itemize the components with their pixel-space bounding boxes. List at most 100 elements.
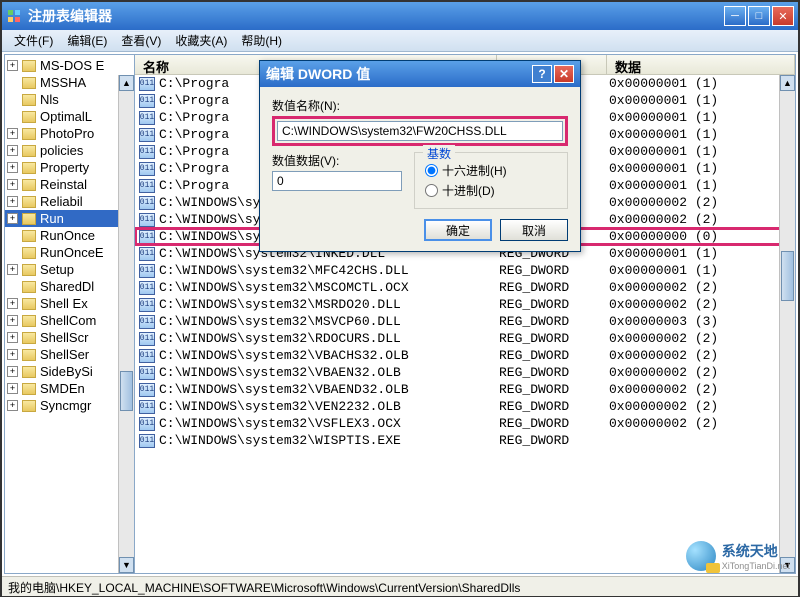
tree-item[interactable]: +Run	[5, 210, 134, 227]
tree-item[interactable]: +MS-DOS E	[5, 57, 134, 74]
ok-button[interactable]: 确定	[424, 219, 492, 241]
tree-item[interactable]: +Setup	[5, 261, 134, 278]
dword-icon: 011	[139, 315, 155, 329]
expand-icon[interactable]: +	[7, 145, 18, 156]
expand-icon[interactable]: +	[7, 264, 18, 275]
expand-icon[interactable]: +	[7, 315, 18, 326]
value-data-input[interactable]	[272, 171, 402, 191]
tree-item[interactable]: Nls	[5, 91, 134, 108]
expand-icon[interactable]: +	[7, 383, 18, 394]
expand-icon[interactable]: +	[7, 162, 18, 173]
menu-edit[interactable]: 编辑(E)	[61, 30, 113, 51]
tree-item[interactable]: +Syncmgr	[5, 397, 134, 414]
dialog-close-button[interactable]: ✕	[554, 65, 574, 83]
list-row[interactable]: 011C:\WINDOWS\system32\MSRDO20.DLLREG_DW…	[135, 296, 795, 313]
tree-item-label: Nls	[40, 92, 59, 107]
row-data: 0x00000002 (2)	[609, 195, 795, 210]
radio-hex[interactable]: 十六进制(H)	[425, 162, 557, 179]
expand-icon[interactable]: +	[7, 332, 18, 343]
row-name: C:\WINDOWS\system32\RDOCURS.DLL	[159, 331, 499, 346]
tree-item[interactable]: +Reinstal	[5, 176, 134, 193]
row-data: 0x00000003 (3)	[609, 314, 795, 329]
dword-icon: 011	[139, 417, 155, 431]
expand-icon[interactable]: +	[7, 366, 18, 377]
tree-item[interactable]: SharedDl	[5, 278, 134, 295]
list-row[interactable]: 011C:\WINDOWS\system32\RDOCURS.DLLREG_DW…	[135, 330, 795, 347]
tree-item-label: ShellCom	[40, 313, 96, 328]
dword-icon: 011	[139, 77, 155, 91]
scroll-thumb[interactable]	[120, 371, 133, 411]
scroll-down-icon[interactable]: ▼	[119, 557, 134, 573]
tree-item[interactable]: +Shell Ex	[5, 295, 134, 312]
row-data: 0x00000001 (1)	[609, 110, 795, 125]
row-name: C:\WINDOWS\system32\VSFLEX3.OCX	[159, 416, 499, 431]
row-type: REG_DWORD	[499, 433, 609, 448]
tree-item-label: ShellSer	[40, 347, 89, 362]
tree-item[interactable]: +policies	[5, 142, 134, 159]
tree-item[interactable]: +PhotoPro	[5, 125, 134, 142]
globe-icon	[686, 541, 716, 571]
tree-item[interactable]: + ShellSer	[5, 346, 134, 363]
tree-item[interactable]: +SMDEn	[5, 380, 134, 397]
statusbar: 我的电脑\HKEY_LOCAL_MACHINE\SOFTWARE\Microso…	[2, 576, 798, 596]
row-data: 0x00000001 (1)	[609, 93, 795, 108]
folder-icon	[22, 179, 36, 191]
list-row[interactable]: 011C:\WINDOWS\system32\WISPTIS.EXEREG_DW…	[135, 432, 795, 449]
folder-icon	[22, 366, 36, 378]
expand-icon[interactable]: +	[7, 213, 18, 224]
list-row[interactable]: 011C:\WINDOWS\system32\VBAEND32.OLBREG_D…	[135, 381, 795, 398]
dialog-help-button[interactable]: ?	[532, 65, 552, 83]
scroll-up-icon[interactable]: ▲	[119, 75, 134, 91]
tree-item[interactable]: OptimalL	[5, 108, 134, 125]
radio-dec[interactable]: 十进制(D)	[425, 182, 557, 199]
tree-item[interactable]: +SideBySi	[5, 363, 134, 380]
tree-item[interactable]: + ShellScr	[5, 329, 134, 346]
menu-file[interactable]: 文件(F)	[8, 30, 59, 51]
expand-icon[interactable]: +	[7, 128, 18, 139]
dword-icon: 011	[139, 94, 155, 108]
value-name-input[interactable]	[277, 121, 563, 141]
minimize-button[interactable]: ─	[724, 6, 746, 26]
dword-icon: 011	[139, 264, 155, 278]
list-row[interactable]: 011C:\WINDOWS\system32\VBAEN32.OLBREG_DW…	[135, 364, 795, 381]
radio-dec-input[interactable]	[425, 184, 438, 197]
dword-icon: 011	[139, 349, 155, 363]
menu-view[interactable]: 查看(V)	[115, 30, 167, 51]
tree-item[interactable]: MSSHA	[5, 74, 134, 91]
tree-item-label: ShellScr	[40, 330, 88, 345]
maximize-button[interactable]: □	[748, 6, 770, 26]
menu-favorites[interactable]: 收藏夹(A)	[169, 30, 233, 51]
scroll-up-icon[interactable]: ▲	[780, 75, 795, 91]
tree-item[interactable]: RunOnceE	[5, 244, 134, 261]
row-data: 0x00000002 (2)	[609, 331, 795, 346]
column-data[interactable]: 数据	[607, 55, 795, 74]
row-name: C:\WINDOWS\system32\MSRDO20.DLL	[159, 297, 499, 312]
list-scrollbar[interactable]: ▲ ▼	[779, 75, 795, 573]
value-name-label: 数值名称(N):	[272, 97, 568, 114]
scroll-thumb[interactable]	[781, 251, 794, 301]
tree-item[interactable]: RunOnce	[5, 227, 134, 244]
cancel-button[interactable]: 取消	[500, 219, 568, 241]
list-row[interactable]: 011C:\WINDOWS\system32\VEN2232.OLBREG_DW…	[135, 398, 795, 415]
expand-icon[interactable]: +	[7, 298, 18, 309]
status-path: 我的电脑\HKEY_LOCAL_MACHINE\SOFTWARE\Microso…	[8, 581, 520, 595]
list-row[interactable]: 011C:\WINDOWS\system32\VSFLEX3.OCXREG_DW…	[135, 415, 795, 432]
row-type: REG_DWORD	[499, 280, 609, 295]
tree-item[interactable]: +Property	[5, 159, 134, 176]
list-row[interactable]: 011C:\WINDOWS\system32\MSCOMCTL.OCXREG_D…	[135, 279, 795, 296]
tree-scrollbar[interactable]: ▲ ▼	[118, 75, 134, 573]
row-name: C:\WINDOWS\system32\WISPTIS.EXE	[159, 433, 499, 448]
expand-icon[interactable]: +	[7, 349, 18, 360]
expand-icon[interactable]: +	[7, 400, 18, 411]
list-row[interactable]: 011C:\WINDOWS\system32\VBACHS32.OLBREG_D…	[135, 347, 795, 364]
radio-hex-input[interactable]	[425, 164, 438, 177]
list-row[interactable]: 011C:\WINDOWS\system32\MSVCP60.DLLREG_DW…	[135, 313, 795, 330]
tree-item[interactable]: + ShellCom	[5, 312, 134, 329]
expand-icon[interactable]: +	[7, 60, 18, 71]
expand-icon[interactable]: +	[7, 179, 18, 190]
list-row[interactable]: 011C:\WINDOWS\system32\MFC42CHS.DLLREG_D…	[135, 262, 795, 279]
tree-item[interactable]: +Reliabil	[5, 193, 134, 210]
close-button[interactable]: ✕	[772, 6, 794, 26]
expand-icon[interactable]: +	[7, 196, 18, 207]
menu-help[interactable]: 帮助(H)	[235, 30, 288, 51]
